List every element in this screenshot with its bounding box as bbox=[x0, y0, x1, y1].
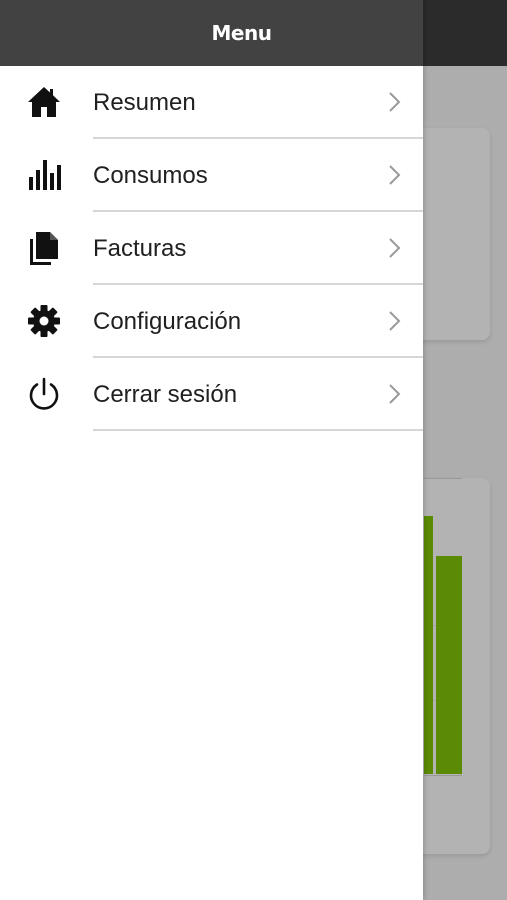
chevron-right-icon bbox=[382, 236, 406, 260]
menu-item-configuracion[interactable]: Configuración bbox=[0, 285, 423, 358]
menu-item-cerrar-sesion[interactable]: Cerrar sesión bbox=[0, 358, 423, 431]
chevron-right-icon bbox=[382, 382, 406, 406]
chevron-right-icon bbox=[382, 163, 406, 187]
background-chart-axis bbox=[424, 775, 462, 776]
chevron-right-icon bbox=[382, 90, 406, 114]
home-icon bbox=[26, 84, 62, 120]
menu-item-label: Cerrar sesión bbox=[93, 381, 238, 408]
divider bbox=[93, 429, 423, 431]
navigation-drawer: Menu Resumen Consumos Facturas Configura… bbox=[0, 0, 423, 900]
chevron-right-icon bbox=[382, 309, 406, 333]
background-chart-bar bbox=[436, 556, 462, 774]
drawer-title: Menu bbox=[211, 21, 272, 45]
menu-list: Resumen Consumos Facturas Configuración … bbox=[0, 66, 423, 431]
menu-item-consumos[interactable]: Consumos bbox=[0, 139, 423, 212]
menu-item-label: Facturas bbox=[93, 235, 187, 262]
drawer-header: Menu bbox=[0, 0, 423, 66]
background-chart-bar bbox=[424, 516, 433, 774]
menu-item-resumen[interactable]: Resumen bbox=[0, 66, 423, 139]
menu-item-label: Consumos bbox=[93, 162, 208, 189]
menu-item-label: Configuración bbox=[93, 308, 242, 335]
power-icon bbox=[26, 376, 62, 412]
gear-icon bbox=[26, 303, 62, 339]
menu-item-label: Resumen bbox=[93, 89, 196, 116]
bar-chart-icon bbox=[26, 157, 62, 193]
documents-icon bbox=[26, 230, 62, 266]
menu-item-facturas[interactable]: Facturas bbox=[0, 212, 423, 285]
background-chart-top-line bbox=[424, 478, 462, 479]
